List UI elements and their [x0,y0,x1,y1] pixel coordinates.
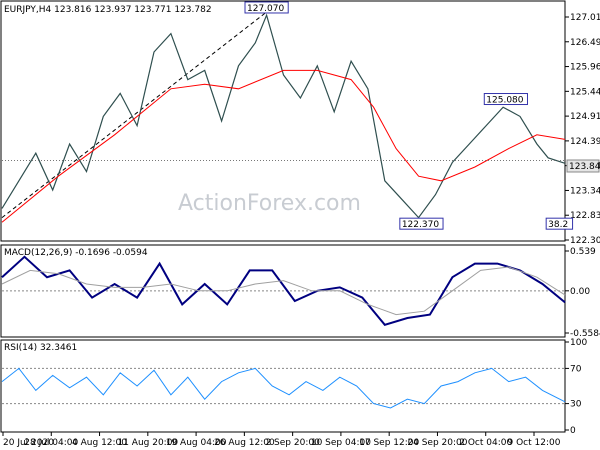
time-tick-label: 2 Oct 04:00 [459,438,512,448]
macd-tick-label: 0.539 [570,247,596,257]
price-tick-label: 124.390 [570,137,600,147]
price-tick-label: 125.440 [570,87,600,97]
price-tick-label: 122.305 [570,236,600,246]
trendline [1,11,267,218]
rsi-tick-label: 70 [570,364,582,374]
current-price-label: 123.840 [569,162,600,172]
price-annotation-label: 38.2 [548,220,568,230]
time-tick-label: 28 Jul 04:00 [24,438,78,448]
price-tick-label: 122.830 [570,211,600,221]
chart-canvas: ActionForex.com 127.015 126.490 125.965 125… [0,0,600,448]
macd-axis: 0.5390.00-0.5584 [565,247,600,339]
rsi-tick-label: 0 [570,426,576,436]
rsi-series [1,367,566,409]
price-annotation-label: 122.370 [402,220,439,230]
watermark: ActionForex.com [178,191,361,216]
macd-title: MACD(12,26,9) -0.1696 -0.0594 [4,248,148,258]
price-tick-label: 127.015 [570,13,600,23]
price-tick-label: 124.915 [570,112,600,122]
price-annotation-label: 125.080 [486,96,523,106]
rsi-title: RSI(14) 32.3461 [4,343,77,353]
macd-tick-label: 0.00 [570,287,590,297]
price-tick-label: 123.340 [570,186,600,196]
price-axis: 127.015 126.490 125.965 125.440 124.915 124.3… [565,13,600,246]
time-axis: 20 Jul 202028 Jul 04:004 Aug 12:0011 Aug… [2,432,561,448]
rsi-tick-label: 30 [570,400,582,410]
rsi-panel [0,339,566,433]
price-series [1,13,566,219]
rsi-tick-label: 100 [570,338,587,348]
price-annotation-label: 127.070 [247,4,284,14]
rsi-axis: 100 70 30 0 [565,338,587,436]
price-tick-label: 125.965 [570,63,600,73]
price-tick-label: 126.490 [570,38,600,48]
price-title: EURJPY,H4 123.816 123.937 123.771 123.78… [4,5,212,15]
time-tick-label: 9 Oct 12:00 [508,438,561,448]
